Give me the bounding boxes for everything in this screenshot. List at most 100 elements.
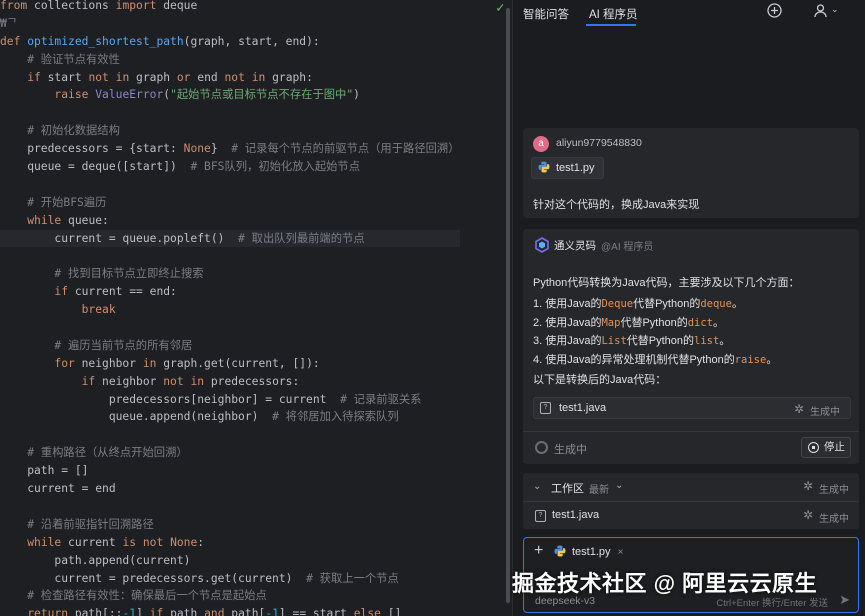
code-token: ) [353,88,360,102]
code-token: "起始节点或目标节点不存在于图中" [170,88,354,102]
code-token: not in [224,70,266,84]
code-token: # 沿着前驱指针回溯路径 [0,517,154,531]
response-points: 1. 使用Java的Deque代替Python的deque。 2. 使用Java的… [533,295,777,369]
code-line[interactable]: ₩ᄀ [0,15,460,33]
code-line[interactable]: # 验证节点有效性 [0,51,460,69]
code-token: from [0,0,28,12]
workspace-title: 工作区 [551,483,584,495]
tab-smart-qa[interactable]: 智能问答 [523,6,569,22]
code-line[interactable]: queue.append(neighbor) # 将邻居加入待探索队列 [0,408,460,426]
editor-scrollbar-thumb[interactable] [506,8,510,603]
active-tab-indicator [586,24,636,26]
code-line[interactable]: # 检查路径有效性：确保最后一个节点是起始点 [0,587,460,605]
code-token: # 验证节点有效性 [0,52,120,66]
stop-icon [808,442,819,453]
code-token: break [81,303,116,317]
close-icon[interactable]: × [618,547,624,558]
code-token: -1 [265,607,279,616]
loading-spinner-icon: ✲ [803,479,814,493]
add-context-icon[interactable]: + [534,542,543,560]
new-chat-icon[interactable] [767,3,782,23]
point-text: 。 [731,298,743,310]
chevron-down-icon[interactable]: ⌄ [831,4,839,15]
code-line[interactable]: current = predecessors.get(current) # 获取… [0,570,460,588]
code-line[interactable] [0,498,460,516]
code-line[interactable]: current = end [0,480,460,498]
code-line[interactable]: if current == end: [0,283,460,301]
code-token: else [353,607,381,616]
workspace-file-row[interactable]: ? test1.java ✲ 生成中 [523,501,859,529]
response-intro: Python代码转换为Java代码，主要涉及以下几个方面： [533,277,800,289]
loading-spinner-icon: ✲ [803,508,814,522]
code-line[interactable]: current = queue.popleft() # 取出队列最前端的节点 [0,229,460,248]
code-token: optimized_shortest_path [27,34,184,48]
code-line[interactable]: if neighbor not in predecessors: [0,373,460,391]
code-line[interactable] [0,247,460,265]
code-token: deque [156,0,198,12]
file-icon: ? [540,402,551,414]
code-line[interactable]: predecessors = {start: None} # 记录每个节点的前驱… [0,140,459,158]
workspace-header[interactable]: ⌄ 工作区 最新 ⌄ ✲ 生成中 [523,473,859,501]
code-line[interactable]: break [0,301,460,319]
code-line[interactable]: from collections import deque [0,0,460,15]
code-line[interactable] [0,104,460,122]
generated-file-card[interactable]: ? test1.java ✲ 生成中 [533,397,851,419]
chevron-down-icon[interactable]: ⌄ [533,481,541,492]
code-token: neighbor [74,356,143,370]
code-line[interactable]: path = [] [0,462,460,480]
code-line[interactable]: # 沿着前驱指针回溯路径 [0,516,460,534]
tab-ai-programmer[interactable]: AI 程序员 [589,6,638,22]
code-line[interactable]: # 找到目标节点立即终止搜索 [0,265,460,283]
code-line[interactable]: predecessors[neighbor] = current # 记录前驱关… [0,391,460,409]
stop-button[interactable]: 停止 [801,437,851,458]
code-token: not in [163,374,205,388]
code-token: end [190,70,225,84]
code-token: # 找到目标节点立即终止搜索 [0,267,204,281]
code-line[interactable] [0,176,460,194]
send-icon[interactable]: ➤ [839,592,850,608]
context-file-chip[interactable]: test1.py × [554,542,623,562]
code-line[interactable] [0,319,460,337]
code-line[interactable]: # 遍历当前节点的所有邻居 [0,337,460,355]
point-text: 2. [533,316,546,329]
inline-code: List [601,335,627,348]
code-line[interactable]: while queue: [0,212,460,230]
code-line[interactable]: # 重构路径（从终点开始回溯） [0,444,460,462]
code-line[interactable]: def optimized_shortest_path(graph, start… [0,33,460,51]
code-token: queue: [61,213,109,227]
code-token: queue.append(neighbor) [0,410,273,424]
code-token: ValueError [95,88,164,102]
stop-label: 停止 [824,441,845,453]
inline-code: deque [700,298,732,310]
code-line[interactable]: queue = deque([start]) # BFS队列，初始化放入起始节点 [0,158,460,176]
code-token: predecessors = {start: [0,142,184,156]
workspace-status: 生成中 [819,485,849,496]
code-line[interactable]: # 初始化数据结构 [0,122,460,140]
code-line[interactable]: while current is not None: [0,534,460,552]
ai-assistant-panel: 智能问答 AI 程序员 ⌄ a aliyun9779548830 test1.p… [512,0,865,616]
user-icon[interactable] [813,3,828,23]
code-area[interactable]: from collections import deque ₩ᄀ def optim… [0,0,460,616]
attached-file-chip[interactable]: test1.py [531,157,604,179]
file-generating-status: 生成中 [810,407,840,418]
code-line[interactable]: # 开始BFS遍历 [0,194,460,212]
user-question: 针对这个代码的，换成Java来实现 [533,199,700,211]
code-line[interactable]: for neighbor in graph.get(current, []): [0,355,460,373]
code-line[interactable]: path.append(current) [0,552,460,570]
code-line[interactable]: return path[::-1] if path and path[-1] =… [0,605,460,616]
workspace-filter[interactable]: 最新 [589,481,609,496]
code-line[interactable]: raise ValueError("起始节点或目标节点不存在于图中") [0,86,460,104]
inline-code: list [694,335,720,348]
code-token: if [81,374,96,388]
code-line[interactable]: if start not in graph or end not in grap… [0,69,460,87]
code-editor[interactable]: from collections import deque ₩ᄀ def optim… [0,0,512,616]
python-file-icon [538,161,550,173]
tongyi-logo-icon [535,237,549,253]
generating-label: 生成中 [554,444,587,456]
code-token: current == end: [68,285,177,299]
chevron-down-icon[interactable]: ⌄ [615,480,623,491]
code-line[interactable] [0,426,460,444]
generating-bar: 生成中 停止 [523,431,859,463]
